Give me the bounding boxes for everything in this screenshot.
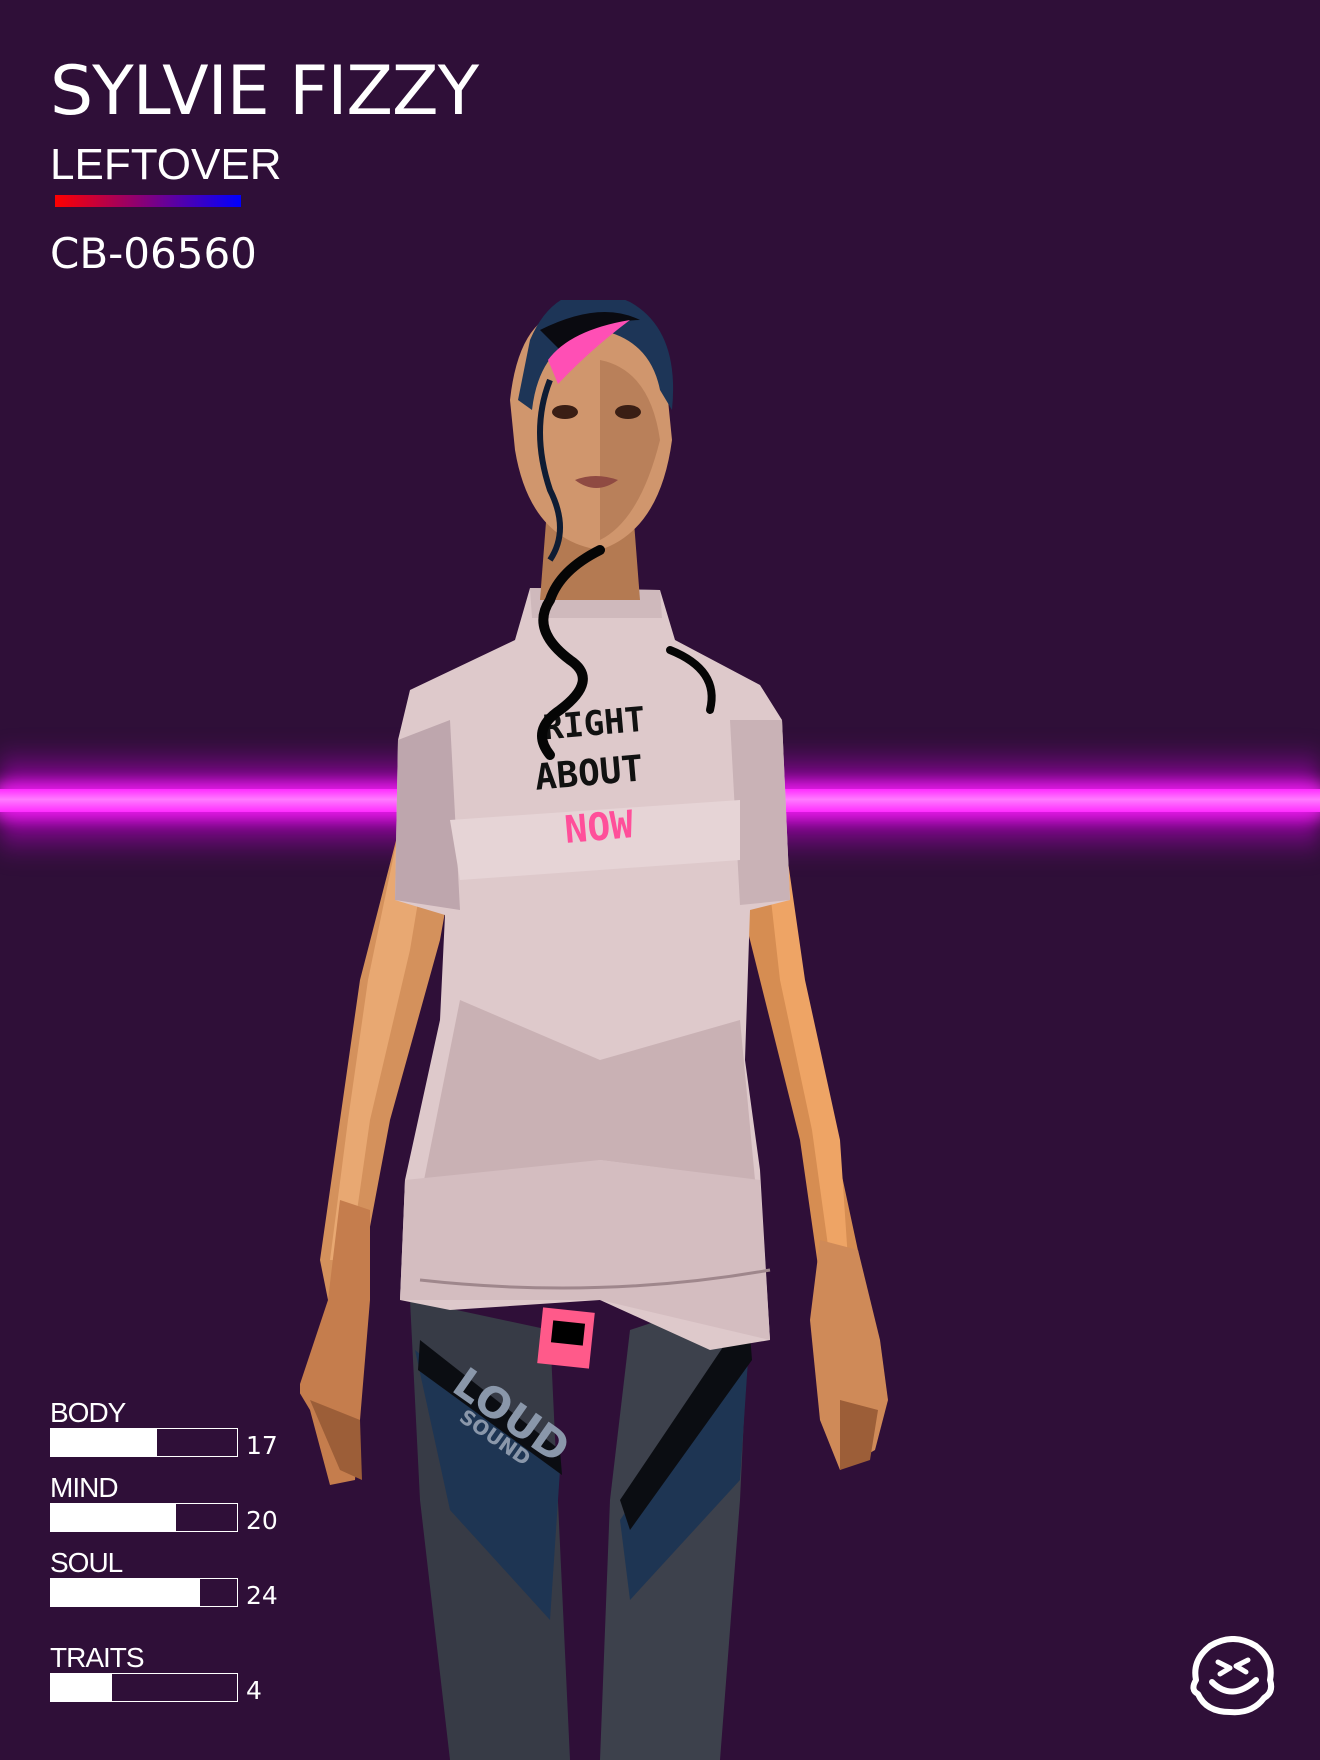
- stat-bar-fill: [51, 1429, 158, 1456]
- stat-bar: [50, 1673, 238, 1702]
- smiley-face-icon: [1190, 1636, 1275, 1716]
- character-class: LEFTOVER: [50, 140, 282, 189]
- stat-bar: [50, 1578, 238, 1607]
- shirt-text-now: NOW: [563, 802, 635, 852]
- stat-bar-fill: [51, 1579, 200, 1606]
- stat-label: BODY: [50, 1397, 126, 1428]
- stat-value: 24: [246, 1581, 278, 1610]
- stat-label: MIND: [50, 1472, 119, 1503]
- dress: RIGHT ABOUT NOW: [395, 588, 790, 1369]
- stat-bar: [50, 1428, 238, 1457]
- character-name: SYLVIE FIZZY: [50, 52, 479, 131]
- character-portrait: LOUD SOUND RIGHT ABOUT NOW: [300, 300, 888, 1760]
- character-card: SYLVIE FIZZY LEFTOVER CB-06560 LOUD SOUN…: [0, 0, 1320, 1760]
- stat-value: 17: [246, 1431, 278, 1460]
- stat-bar: [50, 1503, 238, 1532]
- class-gradient-bar: [55, 195, 241, 207]
- stat-label: TRAITS: [50, 1642, 145, 1673]
- stat-bar-fill: [51, 1504, 176, 1531]
- stat-bar-fill: [51, 1674, 113, 1701]
- stat-value: 4: [246, 1676, 262, 1705]
- stat-label: SOUL: [50, 1547, 123, 1578]
- stat-value: 20: [246, 1506, 278, 1535]
- character-code: CB-06560: [50, 229, 257, 278]
